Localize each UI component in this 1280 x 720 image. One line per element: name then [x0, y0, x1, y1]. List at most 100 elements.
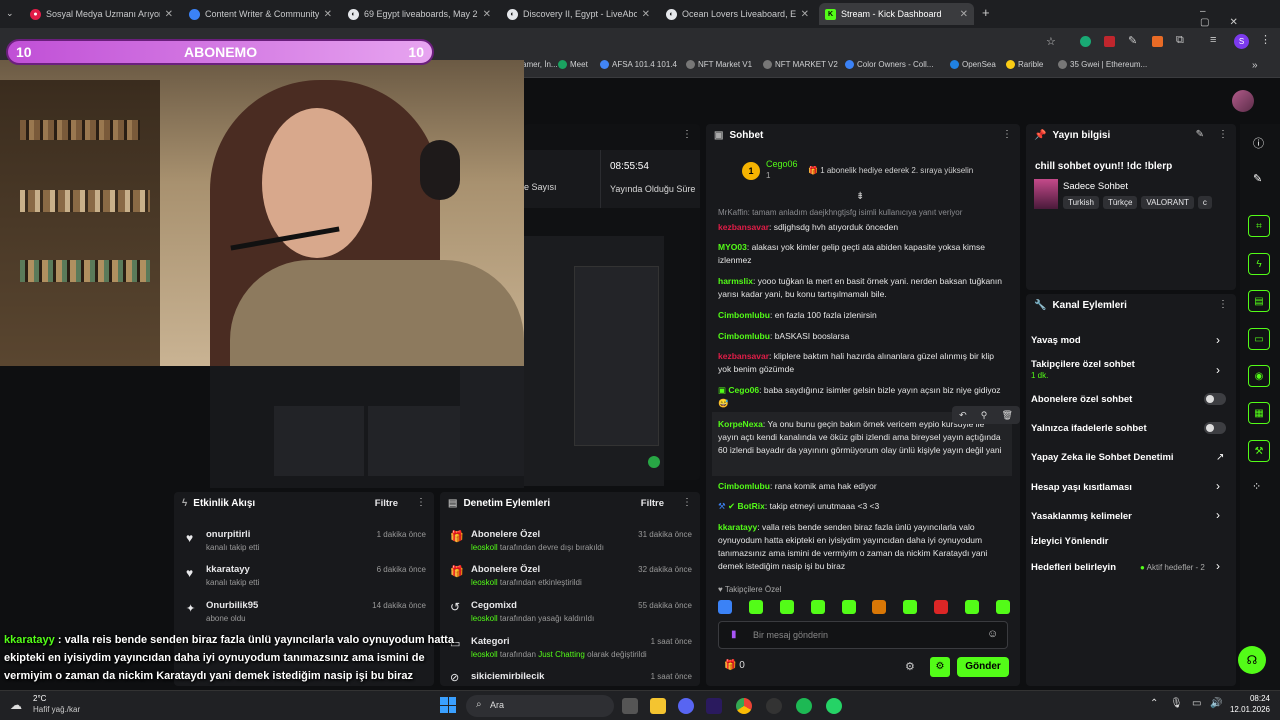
clock-date[interactable]: 12.01.2026 [1222, 705, 1270, 714]
chat-username[interactable]: Cego06 [728, 385, 759, 395]
wrench-icon[interactable]: ⚒ [1248, 440, 1270, 462]
tab-5[interactable]: K Stream - Kick Dashboard ✕ [819, 3, 974, 25]
puzzle-icon[interactable]: ⧉ [1176, 34, 1184, 47]
tab-close-icon[interactable]: ✕ [324, 9, 332, 20]
moderation-title[interactable]: Cegomixd [471, 600, 517, 611]
activity-user[interactable]: Onurbilik95 [206, 600, 258, 611]
profile-avatar[interactable]: S [1234, 34, 1249, 49]
broadcast-icon[interactable]: ◉ [1248, 365, 1270, 387]
bookmark-item[interactable]: 35 Gwei | Ethereum... [1058, 60, 1147, 69]
windows-start-icon[interactable] [440, 697, 456, 713]
moderator-name[interactable]: leoskoll [471, 650, 498, 659]
more-icon[interactable]: ⋮ [416, 497, 426, 508]
chat-message[interactable]: Cimbomlubu: rana komik ama hak ediyor [718, 480, 1003, 493]
chat-username[interactable]: Cimbomlubu [718, 331, 770, 341]
edit-icon[interactable]: ✎ [1253, 172, 1262, 185]
emote-icon[interactable] [872, 600, 887, 614]
chevron-right-icon[interactable]: › [1216, 333, 1220, 347]
chat-username[interactable]: BotRix [737, 501, 764, 511]
weather-icon[interactable]: ☁ [10, 698, 22, 712]
chat-message[interactable]: ⚒ ✔ BotRix: takip etmeyi unutmaaa <3 <3 [718, 500, 1003, 513]
banned-words-row[interactable]: Yasaklanmış kelimeler [1031, 511, 1132, 522]
top-gifter-name[interactable]: Cego06 [766, 159, 798, 169]
goals-row[interactable]: Hedefleri belirleyin [1031, 562, 1116, 573]
more-icon[interactable]: ⋮ [1218, 299, 1228, 310]
bookmark-item[interactable]: Meet [558, 60, 588, 69]
microphone-icon[interactable]: 🎙 [1170, 698, 1183, 709]
tag[interactable]: Türkçe [1102, 196, 1138, 209]
chevron-right-icon[interactable]: › [1216, 508, 1220, 522]
mic-icon[interactable]: ▮ [731, 629, 737, 640]
external-link-icon[interactable]: ↗ [1216, 452, 1224, 463]
bookmark-item[interactable]: Color Owners - Coll... [845, 60, 933, 69]
tag[interactable]: c [1197, 196, 1212, 209]
lightning-icon[interactable]: ϟ [1248, 253, 1270, 275]
bookmark-star-icon[interactable]: ☆ [1046, 35, 1056, 48]
chat-username[interactable]: Cimbomlubu [718, 310, 770, 320]
chat-message[interactable]: MYO03: alakası yok kimler gelip geçti at… [718, 241, 1003, 267]
tab-2[interactable]: ◐ 69 Egypt liveaboards, May 2026 ✕ [342, 3, 497, 25]
focus-icon[interactable]: ⌗ [1248, 215, 1270, 237]
premiere-icon[interactable] [706, 698, 722, 714]
tab-close-icon[interactable]: ✕ [801, 9, 809, 20]
tab-close-icon[interactable]: ✕ [165, 9, 173, 20]
chat-username[interactable]: kkaratayy [718, 522, 757, 532]
emote-icon[interactable] [995, 600, 1010, 614]
taskbar-search[interactable]: ⌕ Ara [466, 695, 614, 717]
apps-icon[interactable]: ⁘ [1252, 480, 1261, 493]
extension-icon[interactable] [1104, 36, 1115, 47]
send-button[interactable]: Gönder [957, 657, 1009, 677]
moderator-name[interactable]: leoskoll [471, 614, 498, 623]
gift-icon[interactable]: 🎁 [724, 660, 736, 671]
ai-moderation-row[interactable]: Yapay Zeka ile Sohbet Denetimi [1031, 452, 1174, 463]
bookmark-item[interactable]: Rarible [1006, 60, 1043, 69]
raid-row[interactable]: İzleyici Yönlendir [1031, 536, 1108, 547]
chevron-right-icon[interactable]: › [1216, 559, 1220, 573]
emote-icon[interactable] [718, 600, 732, 614]
pen-icon[interactable]: ✎ [1128, 34, 1137, 47]
tab-0[interactable]: ● Sosyal Medya Uzmanı Arıyoruz ✕ [24, 3, 179, 25]
chat-message[interactable]: harmslix: yooo tuğkan la mert en basit ö… [718, 275, 1003, 301]
tab-1[interactable]: Content Writer & Community M ✕ [183, 3, 338, 25]
tab-close-icon[interactable]: ✕ [483, 9, 491, 20]
clock-time[interactable]: 08:24 [1230, 694, 1270, 703]
document-icon[interactable]: ▤ [1248, 290, 1270, 312]
chrome-icon[interactable] [736, 698, 752, 714]
network-icon[interactable]: ▭ [1192, 698, 1201, 709]
menu-lines-icon[interactable]: ≡ [1210, 34, 1216, 46]
layout-icon[interactable]: ▦ [1248, 402, 1270, 424]
emote-icon[interactable] [748, 600, 763, 614]
reply-icon[interactable]: ↶ [959, 410, 967, 421]
bookmark-item[interactable]: AFSA 101.4 101.4 [600, 60, 677, 69]
bookmarks-overflow-icon[interactable]: » [1252, 60, 1258, 71]
info-icon[interactable]: ⓘ [1253, 135, 1264, 151]
discord-icon[interactable] [678, 698, 694, 714]
emote-icon[interactable] [841, 600, 856, 614]
bookmark-item[interactable]: NFT Market V1 [686, 60, 752, 69]
emote-icon[interactable] [934, 600, 949, 614]
emoji-icon[interactable]: ☺ [987, 628, 998, 640]
help-chat-button[interactable]: ☊ [1238, 646, 1266, 674]
chat-bubble-icon[interactable]: ▭ [1248, 328, 1270, 350]
stream-category[interactable]: Sadece Sohbet [1063, 181, 1128, 192]
moderator-name[interactable]: leoskoll [471, 578, 498, 587]
tab-3[interactable]: ◐ Discovery II, Egypt - LiveAboard ✕ [501, 3, 656, 25]
obs-icon[interactable] [766, 698, 782, 714]
bookmark-item[interactable]: NFT MARKET V2 [763, 60, 838, 69]
tag[interactable]: Turkish [1063, 196, 1099, 209]
emote-icon[interactable] [903, 600, 918, 614]
bot-icon[interactable]: ⚙ [930, 657, 950, 677]
chat-username[interactable]: kezbansavar [718, 222, 769, 232]
chat-message[interactable]: kezbansavar: sdljghsdg hvh atıyorduk önc… [718, 221, 1003, 234]
more-vert-icon[interactable]: ⋮ [1260, 33, 1271, 46]
activity-filter-button[interactable]: Filtre [375, 498, 398, 509]
chat-username[interactable]: KorpeNexa [718, 419, 763, 429]
tab-search-icon[interactable]: ⌄ [6, 8, 14, 19]
scroll-indicator-icon[interactable]: ⇟ [856, 191, 864, 202]
moderation-title[interactable]: sikiciemirbilecik [471, 671, 544, 682]
user-avatar[interactable] [1232, 90, 1254, 112]
tag[interactable]: VALORANT [1141, 196, 1194, 209]
emote-icon[interactable] [779, 600, 794, 614]
chat-input[interactable]: ▮ Bir mesaj gönderin ☺ [718, 621, 1008, 649]
tab-close-icon[interactable]: ✕ [960, 9, 968, 20]
